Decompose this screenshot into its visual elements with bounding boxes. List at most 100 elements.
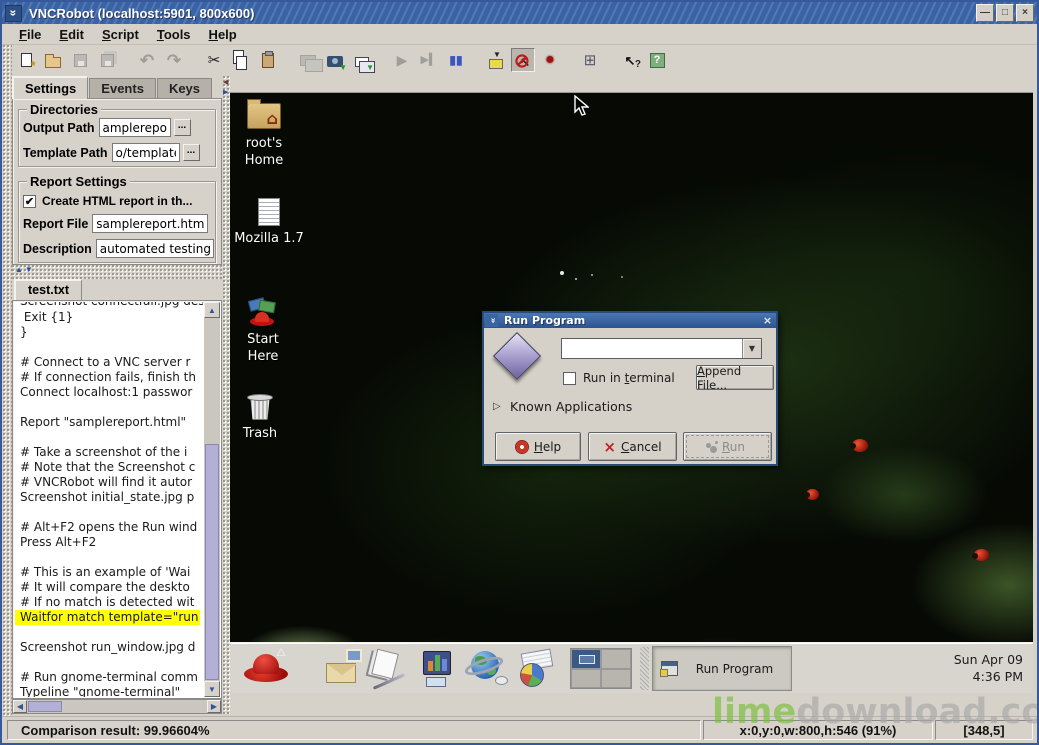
command-dropdown-button[interactable]: ▼: [742, 339, 761, 358]
minimize-icon: —: [980, 8, 990, 18]
script-editor[interactable]: Screenshot connectfail.jpg des Exit {1} …: [12, 300, 222, 699]
scroll-down-button[interactable]: ▼: [204, 681, 220, 697]
close-button[interactable]: ×: [1016, 4, 1034, 22]
scroll-up-button[interactable]: ▲: [204, 302, 220, 318]
tab-test-txt[interactable]: test.txt: [14, 279, 82, 300]
output-path-browse-button[interactable]: ...: [174, 119, 191, 136]
pause-button[interactable]: ▮▮: [444, 48, 468, 72]
known-applications-expander[interactable]: Known Applications: [510, 399, 632, 414]
writer-launcher[interactable]: [370, 649, 412, 687]
dialog-menu-button[interactable]: »: [485, 314, 498, 327]
presentation-launcher[interactable]: [418, 649, 460, 687]
title-bar[interactable]: » VNCRobot (localhost:5901, 800x600) — □…: [2, 2, 1037, 24]
variables-button[interactable]: ⊞: [578, 48, 602, 72]
dialog-close-button[interactable]: ×: [761, 314, 774, 327]
copy-button[interactable]: [229, 48, 253, 72]
export-report-button[interactable]: ▼: [484, 48, 508, 72]
copy-icon-back: [236, 56, 247, 70]
capture-window-button[interactable]: ▼: [350, 48, 374, 72]
menu-help[interactable]: Help: [200, 25, 246, 44]
gnome-panel: Run Program Sun Apr 09 4:36 PM: [230, 642, 1033, 693]
vertical-scroll-thumb[interactable]: [205, 444, 219, 680]
export-arrow-icon: ▼: [493, 50, 501, 59]
save-all-button[interactable]: [95, 48, 119, 72]
writer-papers-icon: [371, 649, 399, 680]
start-here-icon: [245, 299, 281, 327]
create-html-checkbox[interactable]: ✔: [23, 195, 36, 208]
browser-launcher[interactable]: [466, 649, 508, 687]
scroll-right-button[interactable]: ▶: [207, 700, 221, 713]
pointer-events-off-button[interactable]: ↖⊘: [511, 48, 535, 72]
context-help-button[interactable]: ↖?: [618, 48, 642, 72]
screenshot-button[interactable]: ▼: [323, 48, 347, 72]
new-script-button[interactable]: *: [14, 48, 38, 72]
run-in-terminal-checkbox[interactable]: [563, 372, 576, 385]
dialog-run-button[interactable]: Run: [683, 432, 772, 461]
remote-desktop-view[interactable]: ⌂ root'sHome Mozilla 1.7 Start Here Tras…: [230, 92, 1033, 693]
scroll-left-button[interactable]: ◀: [13, 700, 27, 713]
window-menu-button[interactable]: »: [5, 5, 22, 22]
save-button[interactable]: [68, 48, 92, 72]
cut-button[interactable]: ✂: [202, 48, 226, 72]
toolbar-drag-handle[interactable]: [3, 45, 12, 717]
horizontal-splitter[interactable]: ▲▼: [12, 265, 222, 279]
menu-file-mnemonic: F: [19, 27, 27, 42]
step-button[interactable]: ▶▍: [417, 48, 441, 72]
desktop-icon-trash[interactable]: Trash: [232, 393, 288, 442]
expander-triangle-icon[interactable]: ▷: [493, 401, 501, 412]
tab-events[interactable]: Events: [89, 78, 156, 99]
dialog-title-bar[interactable]: » Run Program ×: [484, 313, 776, 328]
run-program-task-button[interactable]: Run Program: [652, 646, 792, 691]
workspace-3[interactable]: [571, 669, 601, 689]
menu-edit[interactable]: Edit: [50, 25, 93, 44]
workspace-2[interactable]: [601, 649, 631, 669]
tab-settings[interactable]: Settings: [12, 76, 88, 99]
open-button[interactable]: [41, 48, 65, 72]
description-input[interactable]: [96, 239, 214, 258]
dialog-help-button[interactable]: Help: [495, 432, 581, 461]
template-path-input[interactable]: [112, 143, 180, 162]
template-path-browse-button[interactable]: ...: [183, 144, 200, 161]
watermark: limedownload.com: [712, 692, 1039, 732]
dialog-cancel-button[interactable]: × Cancel: [588, 432, 677, 461]
dialog-close-icon: ×: [763, 314, 772, 327]
email-launcher[interactable]: [322, 649, 364, 687]
horizontal-scroll-thumb[interactable]: [28, 701, 62, 712]
report-file-input[interactable]: [92, 214, 208, 233]
code-line: [15, 400, 203, 415]
menu-tools[interactable]: Tools: [148, 25, 200, 44]
spreadsheet-launcher[interactable]: [516, 649, 558, 687]
desktop-icon-start-here[interactable]: Start Here: [230, 299, 296, 365]
redo-button[interactable]: ↷: [162, 48, 186, 72]
dialog-chevron-icon: »: [487, 318, 496, 324]
workspace-1[interactable]: [571, 649, 601, 669]
tab-keys[interactable]: Keys: [157, 78, 212, 99]
paste-button[interactable]: [256, 48, 280, 72]
directories-legend: Directories: [27, 102, 101, 117]
undo-button[interactable]: ↶: [135, 48, 159, 72]
run-script-button[interactable]: ▶: [390, 48, 414, 72]
panel-clock[interactable]: Sun Apr 09 4:36 PM: [954, 651, 1023, 685]
maximize-button[interactable]: □: [996, 4, 1014, 22]
record-button[interactable]: ●: [538, 48, 562, 72]
settings-panel: Directories Output Path ... Template Pat…: [12, 98, 222, 265]
desktop-icon-mozilla[interactable]: Mozilla 1.7: [230, 198, 308, 247]
mozilla-label: Mozilla 1.7: [230, 230, 308, 247]
splitter-collapse-buttons[interactable]: ▲▼: [15, 265, 33, 274]
redhat-menu-button[interactable]: [244, 648, 288, 688]
editor-horizontal-scrollbar[interactable]: ◀ ▶: [12, 699, 222, 714]
compare-images-button[interactable]: [296, 48, 320, 72]
menu-file[interactable]: File: [10, 25, 50, 44]
workspace-4[interactable]: [601, 669, 631, 689]
workspace-switcher[interactable]: [570, 648, 632, 689]
output-path-input[interactable]: [99, 118, 171, 137]
menu-script[interactable]: Script: [93, 25, 148, 44]
minimize-button[interactable]: —: [976, 4, 994, 22]
undo-icon: ↶: [140, 52, 154, 69]
desktop-icon-roots-home[interactable]: ⌂ root'sHome: [234, 103, 294, 169]
help-button[interactable]: ?: [645, 48, 669, 72]
clock-time: 4:36 PM: [954, 668, 1023, 685]
append-file-button[interactable]: Append File...: [696, 365, 774, 390]
command-input[interactable]: [562, 339, 742, 358]
editor-vertical-scrollbar[interactable]: ▲ ▼: [204, 302, 220, 697]
